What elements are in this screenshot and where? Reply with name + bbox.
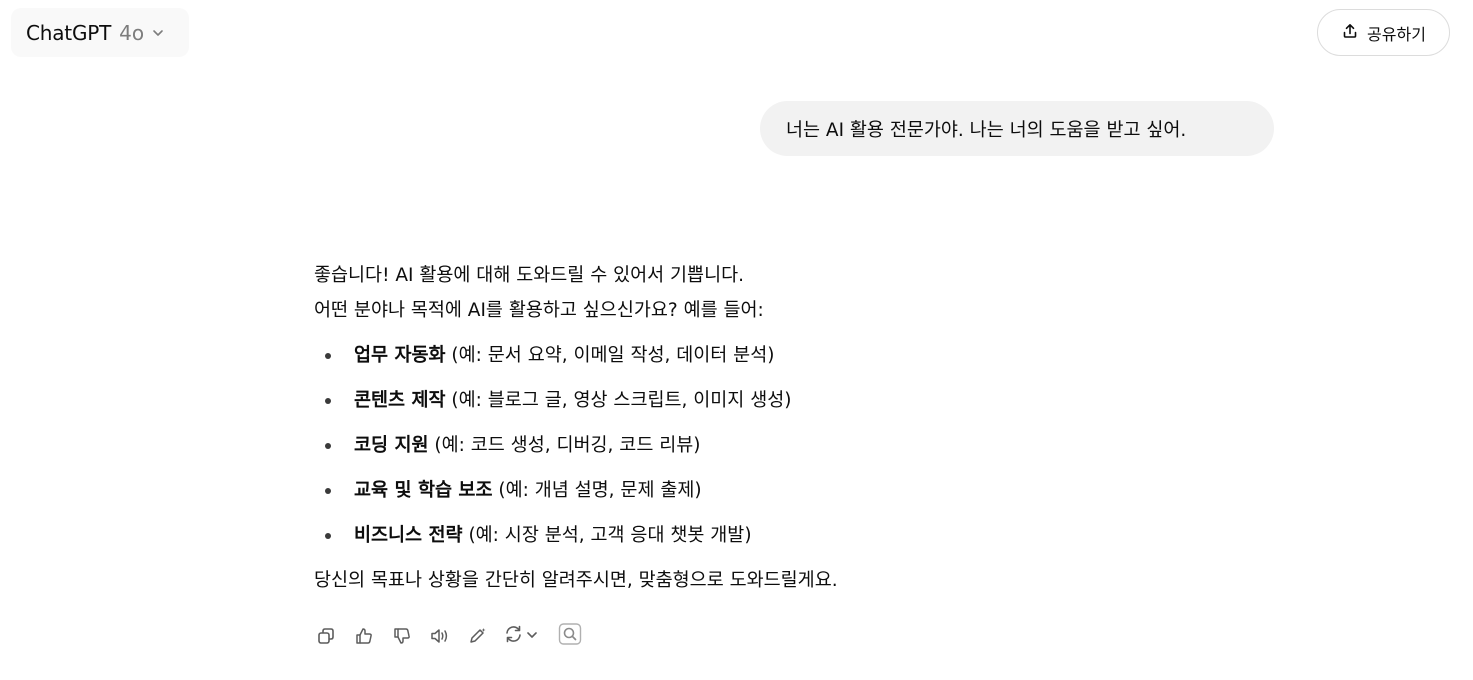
regenerate-icon <box>503 624 525 648</box>
copy-button[interactable] <box>313 623 339 649</box>
bullet-dot <box>325 533 331 539</box>
list-item-title: 업무 자동화 <box>354 345 446 366</box>
list-item-detail: (예: 코드 생성, 디버깅, 코드 리뷰) <box>428 435 701 456</box>
share-upload-icon <box>1341 22 1359 44</box>
edit-pencil-icon <box>467 626 489 646</box>
list-item: 코딩 지원 (예: 코드 생성, 디버깅, 코드 리뷰) <box>314 428 1074 473</box>
list-item-title: 코딩 지원 <box>354 435 429 456</box>
list-item: 교육 및 학습 보조 (예: 개념 설명, 문제 출제) <box>314 473 1074 518</box>
bad-response-button[interactable] <box>389 623 415 649</box>
thumbs-up-icon <box>354 626 374 646</box>
edit-canvas-button[interactable] <box>465 623 491 649</box>
share-button[interactable]: 공유하기 <box>1317 9 1450 56</box>
list-item-detail: (예: 시장 분석, 고객 응대 챗봇 개발) <box>462 525 752 546</box>
model-name: ChatGPT <box>26 20 112 45</box>
message-action-toolbar <box>313 622 583 650</box>
read-aloud-button[interactable] <box>427 623 453 649</box>
user-message-bubble: 너는 AI 활용 전문가야. 나는 너의 도움을 받고 싶어. <box>760 101 1274 156</box>
list-item-detail: (예: 개념 설명, 문제 출제) <box>492 480 702 501</box>
assistant-closing-line: 당신의 목표나 상황을 간단히 알려주시면, 맞춤형으로 도와드릴게요. <box>314 570 838 591</box>
bullet-dot <box>325 353 331 359</box>
bullet-dot <box>325 443 331 449</box>
list-item: 업무 자동화 (예: 문서 요약, 이메일 작성, 데이터 분석) <box>314 338 1074 383</box>
list-item: 콘텐츠 제작 (예: 블로그 글, 영상 스크립트, 이미지 생성) <box>314 383 1074 428</box>
bullet-dot <box>325 488 331 494</box>
model-selector-button[interactable]: ChatGPT 4o <box>11 8 189 57</box>
chevron-down-icon <box>525 627 539 646</box>
assistant-intro-line: 좋습니다! AI 활용에 대해 도와드릴 수 있어서 기쁩니다. <box>314 265 744 286</box>
model-version: 4o <box>119 20 145 45</box>
read-aloud-icon <box>429 626 451 646</box>
list-item-title: 교육 및 학습 보조 <box>354 480 493 501</box>
assistant-intro-line: 어떤 분야나 목적에 AI를 활용하고 싶으신가요? 예를 들어: <box>314 300 764 321</box>
search-icon <box>558 622 582 650</box>
assistant-message: 좋습니다! AI 활용에 대해 도와드릴 수 있어서 기쁩니다. 어떤 분야나 … <box>314 258 1074 598</box>
suggestion-list: 업무 자동화 (예: 문서 요약, 이메일 작성, 데이터 분석) 콘텐츠 제작… <box>314 338 1074 563</box>
good-response-button[interactable] <box>351 623 377 649</box>
list-item: 비즈니스 전략 (예: 시장 분석, 고객 응대 챗봇 개발) <box>314 518 1074 563</box>
bullet-dot <box>325 398 331 404</box>
list-item-title: 비즈니스 전략 <box>354 525 463 546</box>
list-item-title: 콘텐츠 제작 <box>354 390 446 411</box>
list-item-detail: (예: 블로그 글, 영상 스크립트, 이미지 생성) <box>445 390 792 411</box>
user-message-text: 너는 AI 활용 전문가야. 나는 너의 도움을 받고 싶어. <box>786 119 1187 141</box>
copy-icon <box>316 626 336 646</box>
share-label: 공유하기 <box>1367 24 1426 44</box>
list-item-detail: (예: 문서 요약, 이메일 작성, 데이터 분석) <box>445 345 775 366</box>
search-sources-button[interactable] <box>557 623 583 649</box>
chat-page: ChatGPT 4o 공유하기 너는 AI 활용 전문가야. 나는 너의 도움을… <box>0 0 1473 680</box>
chevron-down-icon <box>151 26 165 40</box>
thumbs-down-icon <box>392 626 412 646</box>
regenerate-button[interactable] <box>503 624 539 648</box>
